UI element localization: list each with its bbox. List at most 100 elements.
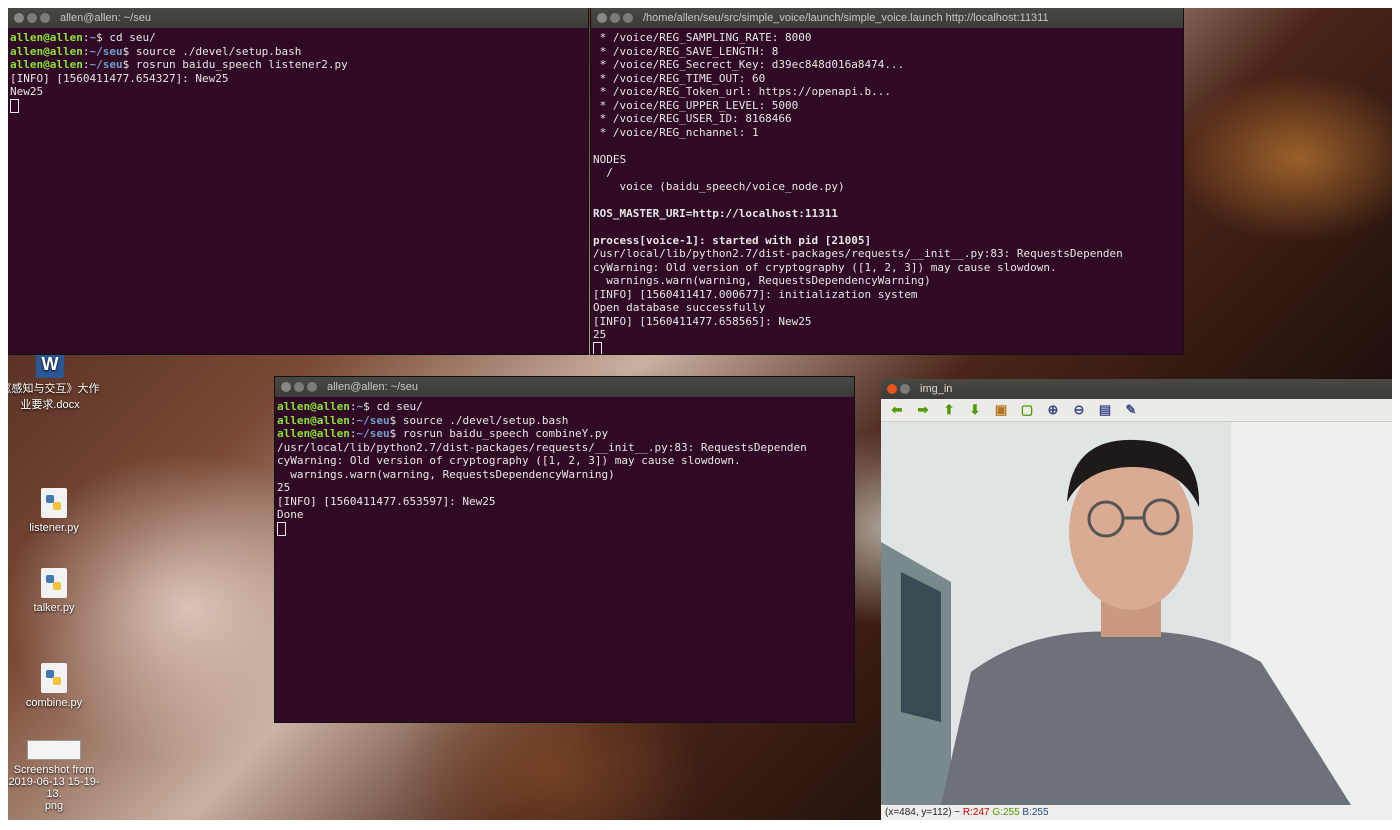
prompt-user: allen@allen xyxy=(10,58,83,71)
terminal-output[interactable]: allen@allen:~$ cd seu/allen@allen:~/seu$… xyxy=(275,397,854,539)
zoom-in-icon[interactable]: ⊕ xyxy=(1043,401,1063,419)
zoom-fit-icon[interactable]: ▣ xyxy=(991,401,1011,419)
command-text: source ./devel/setup.bash xyxy=(396,413,569,427)
save-icon[interactable]: ▤ xyxy=(1095,401,1115,419)
output-text: * /voice/REG_TIME_OUT: 60 xyxy=(593,71,766,85)
cursor-coords: (x=484, y=112) ~ xyxy=(885,807,963,818)
close-icon[interactable] xyxy=(597,13,607,23)
terminal-line: * /voice/REG_USER_ID: 8168466 xyxy=(593,112,1181,126)
window-title: img_in xyxy=(920,383,953,395)
output-text: cyWarning: Old version of cryptography (… xyxy=(277,454,741,467)
terminal-window-listener[interactable]: allen@allen: ~/seu allen@allen:~$ cd seu… xyxy=(8,8,588,354)
maximize-icon[interactable] xyxy=(40,13,50,23)
output-text: warnings.warn(warning, RequestsDependenc… xyxy=(277,467,615,481)
desktop-icon-screenshot[interactable]: Screenshot from 2019-06-13 15-19-13. png xyxy=(8,740,104,812)
window-titlebar[interactable]: allen@allen: ~/seu xyxy=(275,377,854,397)
minimize-icon[interactable] xyxy=(900,384,910,394)
maximize-icon[interactable] xyxy=(307,382,317,392)
terminal-line: allen@allen:~$ cd seu/ xyxy=(10,31,156,44)
terminal-line: 25 xyxy=(277,481,852,495)
desktop-icon-label: 《感知与交互》大作 xyxy=(8,383,100,395)
output-text: * /voice/REG_nchannel: 1 xyxy=(593,125,759,139)
close-icon[interactable] xyxy=(281,382,291,392)
desktop-icon-docx[interactable]: W 《感知与交互》大作 业要求.docx xyxy=(8,350,100,412)
terminal-line: [INFO] [1560411477.654327]: New25 xyxy=(10,72,586,86)
zoom-out-icon[interactable]: ⊖ xyxy=(1069,401,1089,419)
command-text: cd seu/ xyxy=(369,400,423,413)
output-text: Done xyxy=(277,508,304,521)
pixel-green: G:255 xyxy=(992,807,1020,818)
window-titlebar[interactable]: allen@allen: ~/seu xyxy=(8,8,588,28)
output-text: / xyxy=(593,166,613,179)
zoom-original-icon[interactable]: ▢ xyxy=(1017,401,1037,419)
window-titlebar[interactable]: /home/allen/seu/src/simple_voice/launch/… xyxy=(591,8,1183,28)
camera-image[interactable] xyxy=(881,422,1392,805)
close-icon[interactable] xyxy=(14,13,24,23)
close-icon[interactable] xyxy=(887,384,897,394)
terminal-line: allen@allen:~/seu$ rosrun baidu_speech l… xyxy=(10,58,348,71)
terminal-output[interactable]: allen@allen:~$ cd seu/allen@allen:~/seu$… xyxy=(8,28,588,116)
terminal-line: ROS_MASTER_URI=http://localhost:11311 xyxy=(593,207,1181,221)
desktop-icon-talker[interactable]: talker.py xyxy=(8,568,104,614)
prompt-user: allen@allen xyxy=(10,44,83,58)
terminal-line xyxy=(10,98,586,113)
output-text: warnings.warn(warning, RequestsDependenc… xyxy=(593,274,931,287)
window-title: allen@allen: ~/seu xyxy=(327,381,418,393)
terminal-line: NODES xyxy=(593,153,1181,167)
terminal-window-roslaunch[interactable]: /home/allen/seu/src/simple_voice/launch/… xyxy=(591,8,1183,354)
text-cursor xyxy=(10,98,19,113)
command-text: cd seu/ xyxy=(102,31,156,44)
terminal-line: * /voice/REG_Token_url: https://openapi.… xyxy=(593,85,1181,99)
window-titlebar[interactable]: img_in xyxy=(881,379,1392,399)
prompt-path: ~/seu xyxy=(356,427,390,440)
python-file-icon xyxy=(41,568,67,598)
terminal-line xyxy=(277,521,852,536)
terminal-line: Done xyxy=(277,508,852,522)
output-text: 25 xyxy=(277,481,291,494)
terminal-line: * /voice/REG_SAMPLING_RATE: 8000 xyxy=(593,31,1181,45)
terminal-line: [INFO] [1560411417.000677]: initializati… xyxy=(593,288,1181,302)
output-text: [INFO] [1560411477.658565]: New25 xyxy=(593,314,812,328)
python-file-icon xyxy=(41,488,67,518)
image-file-icon xyxy=(27,740,81,760)
command-text: source ./devel/setup.bash xyxy=(129,44,302,58)
terminal-line: [INFO] [1560411477.658565]: New25 xyxy=(593,315,1181,329)
minimize-icon[interactable] xyxy=(610,13,620,23)
minimize-icon[interactable] xyxy=(294,382,304,392)
output-text: [INFO] [1560411417.000677]: initializati… xyxy=(593,287,918,301)
prompt-user: allen@allen xyxy=(277,427,350,440)
output-text: * /voice/REG_Token_url: https://openapi.… xyxy=(593,85,892,98)
desktop-icon-combine[interactable]: combine.py xyxy=(8,663,104,709)
properties-icon[interactable]: ✎ xyxy=(1121,401,1141,419)
command-text: rosrun baidu_speech combineY.py xyxy=(396,427,609,440)
desktop-icon-listener[interactable]: listener.py xyxy=(8,488,104,534)
terminal-line: cyWarning: Old version of cryptography (… xyxy=(593,261,1181,275)
pan-up-icon[interactable]: ⬆ xyxy=(939,401,959,419)
terminal-line: New25 xyxy=(10,85,586,99)
terminal-window-combine[interactable]: allen@allen: ~/seu allen@allen:~$ cd seu… xyxy=(275,377,854,722)
output-text: * /voice/REG_SAVE_LENGTH: 8 xyxy=(593,44,779,58)
terminal-line: /usr/local/lib/python2.7/dist-packages/r… xyxy=(593,247,1181,261)
minimize-icon[interactable] xyxy=(27,13,37,23)
image-viewer-window[interactable]: img_in ⬅ ➡ ⬆ ⬇ ▣ ▢ ⊕ ⊖ ▤ ✎ (x=484, y=112… xyxy=(881,379,1392,820)
text-cursor xyxy=(277,521,286,536)
terminal-line xyxy=(593,341,1181,354)
terminal-line: allen@allen:~/seu$ rosrun baidu_speech c… xyxy=(277,427,609,440)
terminal-output[interactable]: * /voice/REG_SAMPLING_RATE: 8000 * /voic… xyxy=(591,28,1183,354)
output-text: /usr/local/lib/python2.7/dist-packages/r… xyxy=(593,247,1123,260)
maximize-icon[interactable] xyxy=(623,13,633,23)
python-file-icon xyxy=(41,663,67,693)
pan-left-icon[interactable]: ⬅ xyxy=(887,401,907,419)
desktop-icon-label: 2019-06-13 15-19-13. xyxy=(8,776,100,800)
pan-down-icon[interactable]: ⬇ xyxy=(965,401,985,419)
output-text: * /voice/REG_Secrect_Key: d39ec848d016a8… xyxy=(593,58,905,71)
output-text: [INFO] [1560411477.653597]: New25 xyxy=(277,494,496,508)
terminal-line: * /voice/REG_TIME_OUT: 60 xyxy=(593,72,1181,86)
terminal-line: process[voice-1]: started with pid [2100… xyxy=(593,234,1181,248)
pan-right-icon[interactable]: ➡ xyxy=(913,401,933,419)
output-text: * /voice/REG_USER_ID: 8168466 xyxy=(593,112,792,125)
output-text: voice (baidu_speech/voice_node.py) xyxy=(593,179,845,193)
prompt-path: ~/seu xyxy=(89,58,123,71)
